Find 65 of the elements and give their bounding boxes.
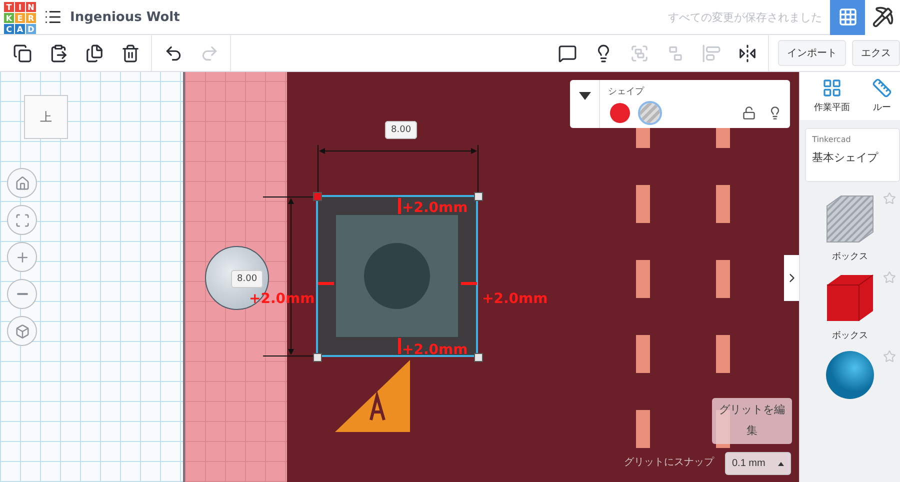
dash-shape — [716, 185, 730, 223]
import-button[interactable]: インポート — [778, 40, 846, 66]
offset-tick — [461, 282, 477, 285]
dash-shape — [716, 335, 730, 373]
view-cube[interactable]: 上 — [24, 95, 68, 139]
pickaxe-icon — [872, 6, 894, 28]
star-icon[interactable] — [883, 271, 896, 284]
plus-icon — [14, 250, 30, 264]
corner-handle[interactable] — [474, 353, 483, 362]
speech-bubble-icon — [558, 44, 576, 62]
selected-box-shape[interactable] — [316, 195, 478, 357]
snap-label: グリットにスナップ — [624, 456, 714, 469]
dash-shape — [636, 410, 650, 448]
dash-shape — [636, 260, 650, 298]
star-icon[interactable] — [883, 192, 896, 205]
cube-icon — [14, 324, 30, 338]
sphere-icon — [825, 350, 876, 400]
menu-list-icon[interactable] — [44, 8, 62, 26]
lightbulb-icon[interactable] — [768, 106, 782, 120]
offset-label: +2.0mm — [482, 291, 548, 307]
trash-icon — [120, 44, 140, 62]
dimension-label[interactable]: 8.00 — [385, 121, 418, 139]
project-title: Ingenious Wolt — [70, 10, 180, 24]
grid-icon — [838, 7, 858, 27]
undo-icon — [164, 44, 182, 62]
workplane-button[interactable]: 作業平面 — [814, 78, 850, 114]
hole-swatch[interactable] — [638, 101, 662, 125]
duplicate-icon — [84, 44, 104, 62]
offset-label: +2.0mm — [402, 342, 468, 358]
workplane-marker-icon — [335, 360, 411, 432]
mirror-icon — [738, 44, 756, 62]
offset-tick — [398, 198, 401, 214]
panel-toggle-button[interactable] — [784, 255, 800, 301]
frame-icon — [14, 212, 30, 228]
offset-tick — [318, 282, 334, 285]
ruler-button[interactable]: ルー — [870, 78, 894, 114]
caret-icon — [578, 92, 590, 100]
dash-shape — [636, 185, 650, 223]
offset-label: +2.0mm — [402, 200, 468, 216]
shape-label: ボックス — [832, 251, 868, 263]
dash-shape — [636, 335, 650, 373]
home-icon — [14, 176, 30, 190]
align-icon — [702, 44, 720, 62]
caret-icon — [778, 462, 784, 466]
save-status: すべての変更が保存されました — [668, 10, 822, 24]
paste-icon — [48, 44, 68, 62]
export-button[interactable]: エクス — [852, 40, 900, 66]
shape-library-selector[interactable]: Tinkercad 基本シェイプ — [805, 128, 900, 182]
copy-icon — [12, 44, 32, 62]
dash-shape — [716, 260, 730, 298]
unlock-icon[interactable] — [742, 106, 756, 120]
corner-handle[interactable] — [313, 353, 322, 362]
corner-handle[interactable] — [474, 192, 483, 201]
rotation-label[interactable]: 8.00 — [231, 270, 264, 288]
offset-tick — [398, 338, 401, 354]
shape-label: ボックス — [832, 330, 868, 342]
minus-icon — [16, 293, 28, 295]
corner-handle[interactable] — [313, 192, 322, 201]
logo[interactable]: T I N K E R C A D — [4, 2, 36, 34]
edit-grid-button[interactable]: グリットを編集 — [712, 398, 792, 444]
redo-icon — [200, 44, 218, 62]
inspector-title: シェイプ — [608, 85, 646, 98]
snap-select[interactable]: 0.1 mm — [725, 452, 791, 475]
star-icon[interactable] — [883, 350, 896, 363]
group-icon — [630, 44, 648, 62]
